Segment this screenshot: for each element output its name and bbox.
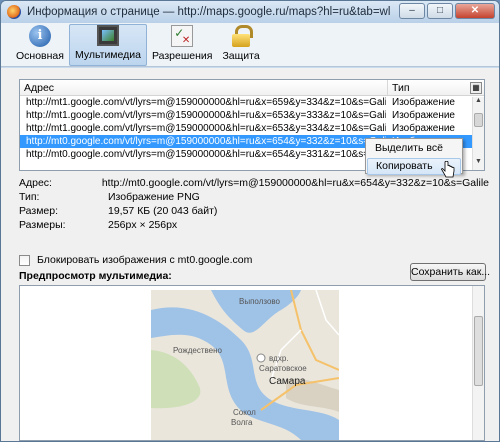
row-address: http://mt0.google.com/vt/lyrs=m@15900000… [26,136,386,147]
table-header: Адрес Тип ▦ [20,80,484,96]
dimensions-value: 256px × 256px [108,219,178,231]
details-panel: Адрес: http://mt0.google.com/vt/lyrs=m@1… [19,176,489,232]
tab-media[interactable]: Мультимедиа [68,24,147,66]
column-picker-icon[interactable]: ▦ [470,82,482,94]
row-address: http://mt1.google.com/vt/lyrs=m@15900000… [26,123,386,134]
map-label-sokol: Сокол [233,408,256,417]
firefox-icon [7,5,21,19]
column-header-type[interactable]: Тип [388,80,468,95]
window-title: Информация о странице — http://maps.goog… [27,6,391,18]
address-label: Адрес: [19,177,52,189]
info-icon: i [28,25,51,47]
map-label-rozhdestveno: Рождествено [173,346,222,355]
tab-security-label: Защита [222,50,260,62]
map-label-vypolzovo: Выползово [239,297,280,306]
dimensions-label: Размеры: [19,219,66,231]
maximize-button[interactable]: □ [427,3,453,19]
type-value: Изображение PNG [108,191,200,203]
block-images-label: Блокировать изображения с mt0.google.com [37,254,253,266]
table-row[interactable]: http://mt1.google.com/vt/lyrs=m@15900000… [20,122,484,135]
row-address: http://mt1.google.com/vt/lyrs=m@15900000… [26,97,386,108]
page-info-window: Информация о странице — http://maps.goog… [0,0,500,442]
table-scrollbar[interactable]: ▲ ▼ [472,97,484,170]
media-icon [96,25,119,46]
row-type: Изображение [392,97,455,108]
row-type: Изображение [392,110,455,121]
close-button[interactable]: ✕ [455,3,495,19]
map-label-volga: Волга [231,418,253,427]
map-label-zaliv: вдхр. [269,354,289,363]
title-bar[interactable]: Информация о странице — http://maps.goog… [1,1,499,23]
scroll-down-icon[interactable]: ▼ [473,158,484,170]
size-value: 19,57 КБ (20 043 байт) [108,205,218,217]
row-type: Изображение [392,123,455,134]
scrollbar-thumb[interactable] [474,113,483,127]
row-address: http://mt1.google.com/vt/lyrs=m@15900000… [26,110,386,121]
map-label-saratovskoe: Саратовское [259,364,307,373]
tab-general[interactable]: i Основная [11,24,69,66]
tab-media-label: Мультимедиа [74,49,141,61]
map-tile-image: Выползово Рождествено вдхр. Саратовское … [151,289,340,440]
tab-general-label: Основная [16,50,64,62]
menu-item-select-all[interactable]: Выделить всё [367,140,461,157]
toolbar: i Основная Мультимедиа Разрешения Защита [1,23,499,67]
row-address: http://mt0.google.com/vt/lyrs=m@15900000… [26,149,386,160]
preview-scrollbar-thumb[interactable] [474,316,483,386]
preview-label: Предпросмотр мультимедиа: [19,270,172,282]
block-images-checkbox[interactable] [19,254,30,266]
tab-security[interactable]: Защита [217,24,264,66]
save-as-button[interactable]: Сохранить как... [410,263,490,281]
permissions-icon [171,25,194,47]
lock-icon [230,25,254,47]
table-row[interactable]: http://mt1.google.com/vt/lyrs=m@15900000… [20,109,484,122]
column-header-address[interactable]: Адрес [20,80,388,95]
map-label-samara: Самара [269,376,306,387]
address-value: http://mt0.google.com/vt/lyrs=m@15900000… [101,177,489,189]
media-preview: Выползово Рождествено вдхр. Саратовское … [19,285,485,441]
minimize-button[interactable]: – [399,3,425,19]
media-panel: Адрес Тип ▦ http://mt1.google.com/vt/lyr… [1,68,499,441]
window-controls: – □ ✕ [399,3,495,19]
type-label: Тип: [19,191,40,203]
table-row[interactable]: http://mt1.google.com/vt/lyrs=m@15900000… [20,96,484,109]
preview-scrollbar[interactable] [472,286,484,440]
scroll-up-icon[interactable]: ▲ [473,97,484,109]
tab-permissions-label: Разрешения [151,50,213,62]
block-images-option[interactable]: Блокировать изображения с mt0.google.com [19,254,252,266]
tab-permissions[interactable]: Разрешения [147,24,217,66]
size-label: Размер: [19,205,59,217]
hand-cursor-icon [441,161,455,178]
